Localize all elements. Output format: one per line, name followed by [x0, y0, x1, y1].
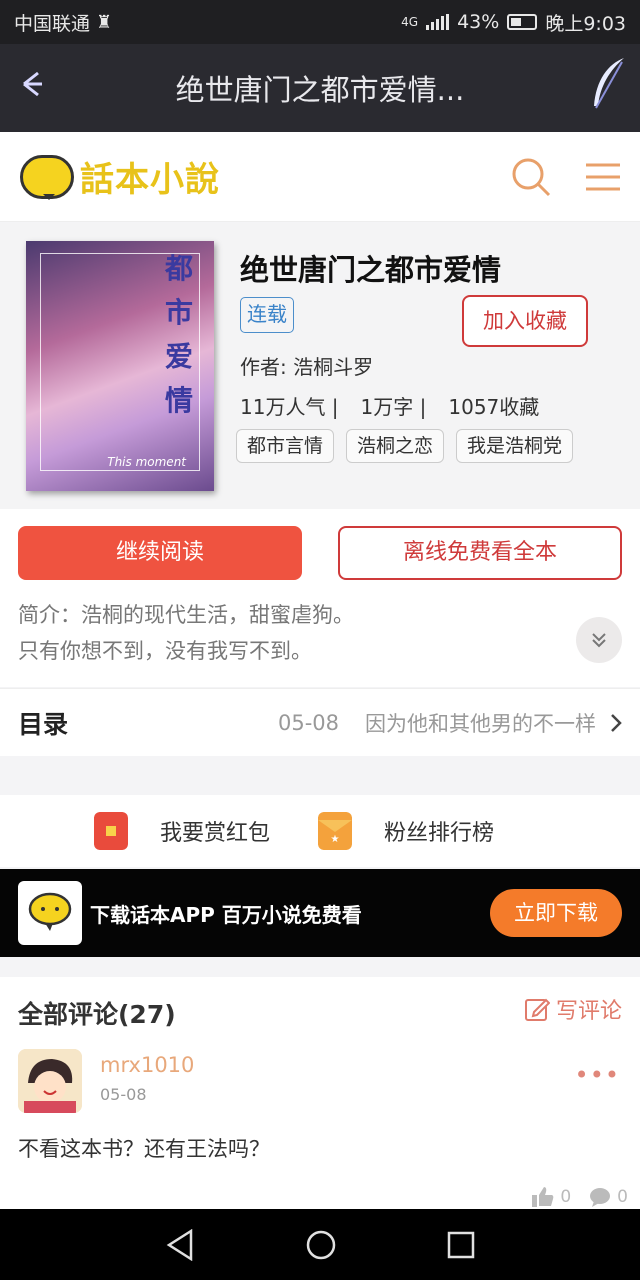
latest-chapter-date: 05-08 [277, 710, 339, 735]
book-info: 都市爱情 This moment 绝世唐门之都市爱情 连载 加入收藏 作者: 浩… [0, 223, 640, 509]
book-intro: 简介：浩桐的现代生活，甜蜜虐狗。 只有你想不到，没有我写不到。 [18, 597, 558, 669]
home-circle-icon[interactable] [305, 1229, 337, 1261]
latest-chapter-title: 因为他和其他男的不一样 [365, 711, 596, 736]
edit-icon [524, 998, 550, 1021]
signal-icon [426, 14, 450, 30]
recents-square-icon[interactable] [447, 1231, 475, 1259]
tag-list: 都市言情 浩桐之恋 我是浩桐党 [236, 429, 574, 463]
carrier-name: 中国联通 [14, 12, 91, 35]
status-bar: 中国联通 ♜ 4G 43% 晚上9:03 [0, 0, 640, 44]
book-author[interactable]: 作者: 浩桐斗罗 [240, 351, 373, 380]
tag-item[interactable]: 都市言情 [236, 429, 335, 463]
write-button[interactable] [576, 56, 640, 121]
app-icon [18, 881, 82, 945]
comment-date: 05-08 [100, 1085, 147, 1104]
chevron-down-icon [592, 633, 606, 648]
book-stats: 11万人气 | 1万字 | 1057收藏 [240, 391, 561, 420]
banner-message: 下载话本APP 百万小说免费看 [90, 902, 362, 927]
status-badge: 连载 [240, 297, 294, 333]
chevron-right-icon [611, 713, 622, 732]
fan-ranking-label: 粉丝排行榜 [384, 821, 495, 846]
comments-header: 全部评论(27) [18, 1000, 176, 1029]
logo-text: 話本小說 [80, 160, 220, 200]
feather-icon [594, 57, 624, 108]
intro-line: 只有你想不到，没有我写不到。 [18, 639, 312, 663]
title-bar: 绝世唐门之都市爱情... [0, 44, 640, 132]
comment-username[interactable]: mrx1010 [100, 1053, 194, 1077]
favorites-count: 1057收藏 [448, 395, 540, 419]
svg-text:★: ★ [331, 834, 340, 845]
comments-section: 全部评论(27) 写评论 mrx1010 05-08 ••• 不看这本书？还有王… [0, 977, 640, 1209]
book-title: 绝世唐门之都市爱情 [240, 253, 502, 287]
reward-row: 我要赏红包 ★ 粉丝排行榜 [0, 795, 640, 867]
popularity-count: 11万人气 | [240, 395, 339, 419]
table-of-contents-row[interactable]: 目录 05-08 因为他和其他男的不一样 [0, 688, 640, 756]
system-nav-bar [0, 1209, 640, 1280]
notification-icon: ♜ [96, 11, 113, 33]
word-count: 1万字 | [360, 395, 427, 419]
offline-read-button[interactable]: 离线免费看全本 [338, 526, 622, 580]
tag-item[interactable]: 浩桐之恋 [346, 429, 445, 463]
battery-percent: 43% [457, 11, 500, 33]
clock: 晚上9:03 [545, 12, 626, 35]
intro-line: 简介：浩桐的现代生活，甜蜜虐狗。 [18, 603, 354, 627]
expand-intro-button[interactable] [576, 617, 622, 663]
reply-count: 0 [617, 1187, 628, 1207]
download-banner[interactable]: 下载话本APP 百万小说免费看 立即下载 [0, 869, 640, 957]
comment-bubble-icon [590, 1188, 611, 1207]
red-packet-label: 我要赏红包 [160, 821, 271, 846]
battery-icon [507, 14, 538, 30]
logo-bubble-icon [20, 154, 74, 200]
tag-item[interactable]: 我是浩桐党 [456, 429, 574, 463]
book-cover[interactable]: 都市爱情 This moment [26, 241, 214, 491]
download-button[interactable]: 立即下载 [490, 889, 622, 937]
like-button[interactable]: 0 [532, 1187, 571, 1207]
write-comment-label: 写评论 [555, 999, 622, 1024]
avatar-image [18, 1049, 82, 1113]
page-title: 绝世唐门之都市爱情... [175, 73, 465, 107]
write-comment-button[interactable]: 写评论 [524, 993, 622, 1025]
like-count: 0 [560, 1187, 572, 1207]
toc-label: 目录 [18, 709, 69, 739]
search-icon[interactable] [510, 156, 552, 198]
back-icon [23, 71, 42, 97]
avatar[interactable] [18, 1049, 82, 1113]
continue-reading-button[interactable]: 继续阅读 [18, 526, 302, 580]
ranking-icon: ★ [318, 812, 353, 850]
comment-text: 不看这本书？还有王法吗？ [18, 1137, 270, 1161]
reply-button[interactable]: 0 [589, 1187, 628, 1207]
red-packet-icon [94, 812, 128, 850]
app-logo[interactable]: 話本小說 [20, 152, 220, 201]
thumbs-up-icon [532, 1187, 554, 1207]
menu-icon[interactable] [586, 162, 620, 192]
actions-section: 继续阅读 离线免费看全本 简介：浩桐的现代生活，甜蜜虐狗。 只有你想不到，没有我… [0, 509, 640, 687]
back-button[interactable] [0, 67, 64, 109]
cover-title: 都市爱情 [164, 252, 193, 417]
fan-ranking-button[interactable]: ★ 粉丝排行榜 [318, 812, 494, 850]
cover-caption: This moment [107, 455, 186, 469]
logo-bubble-icon [28, 892, 72, 931]
back-triangle-icon[interactable] [165, 1228, 195, 1261]
app-header: 話本小說 [0, 132, 640, 222]
add-to-favorites-button[interactable]: 加入收藏 [462, 295, 588, 347]
more-options-icon[interactable]: ••• [575, 1061, 620, 1089]
red-packet-button[interactable]: 我要赏红包 [94, 812, 270, 850]
comment-actions: 0 0 [532, 1187, 628, 1207]
network-type: 4G [401, 15, 419, 29]
